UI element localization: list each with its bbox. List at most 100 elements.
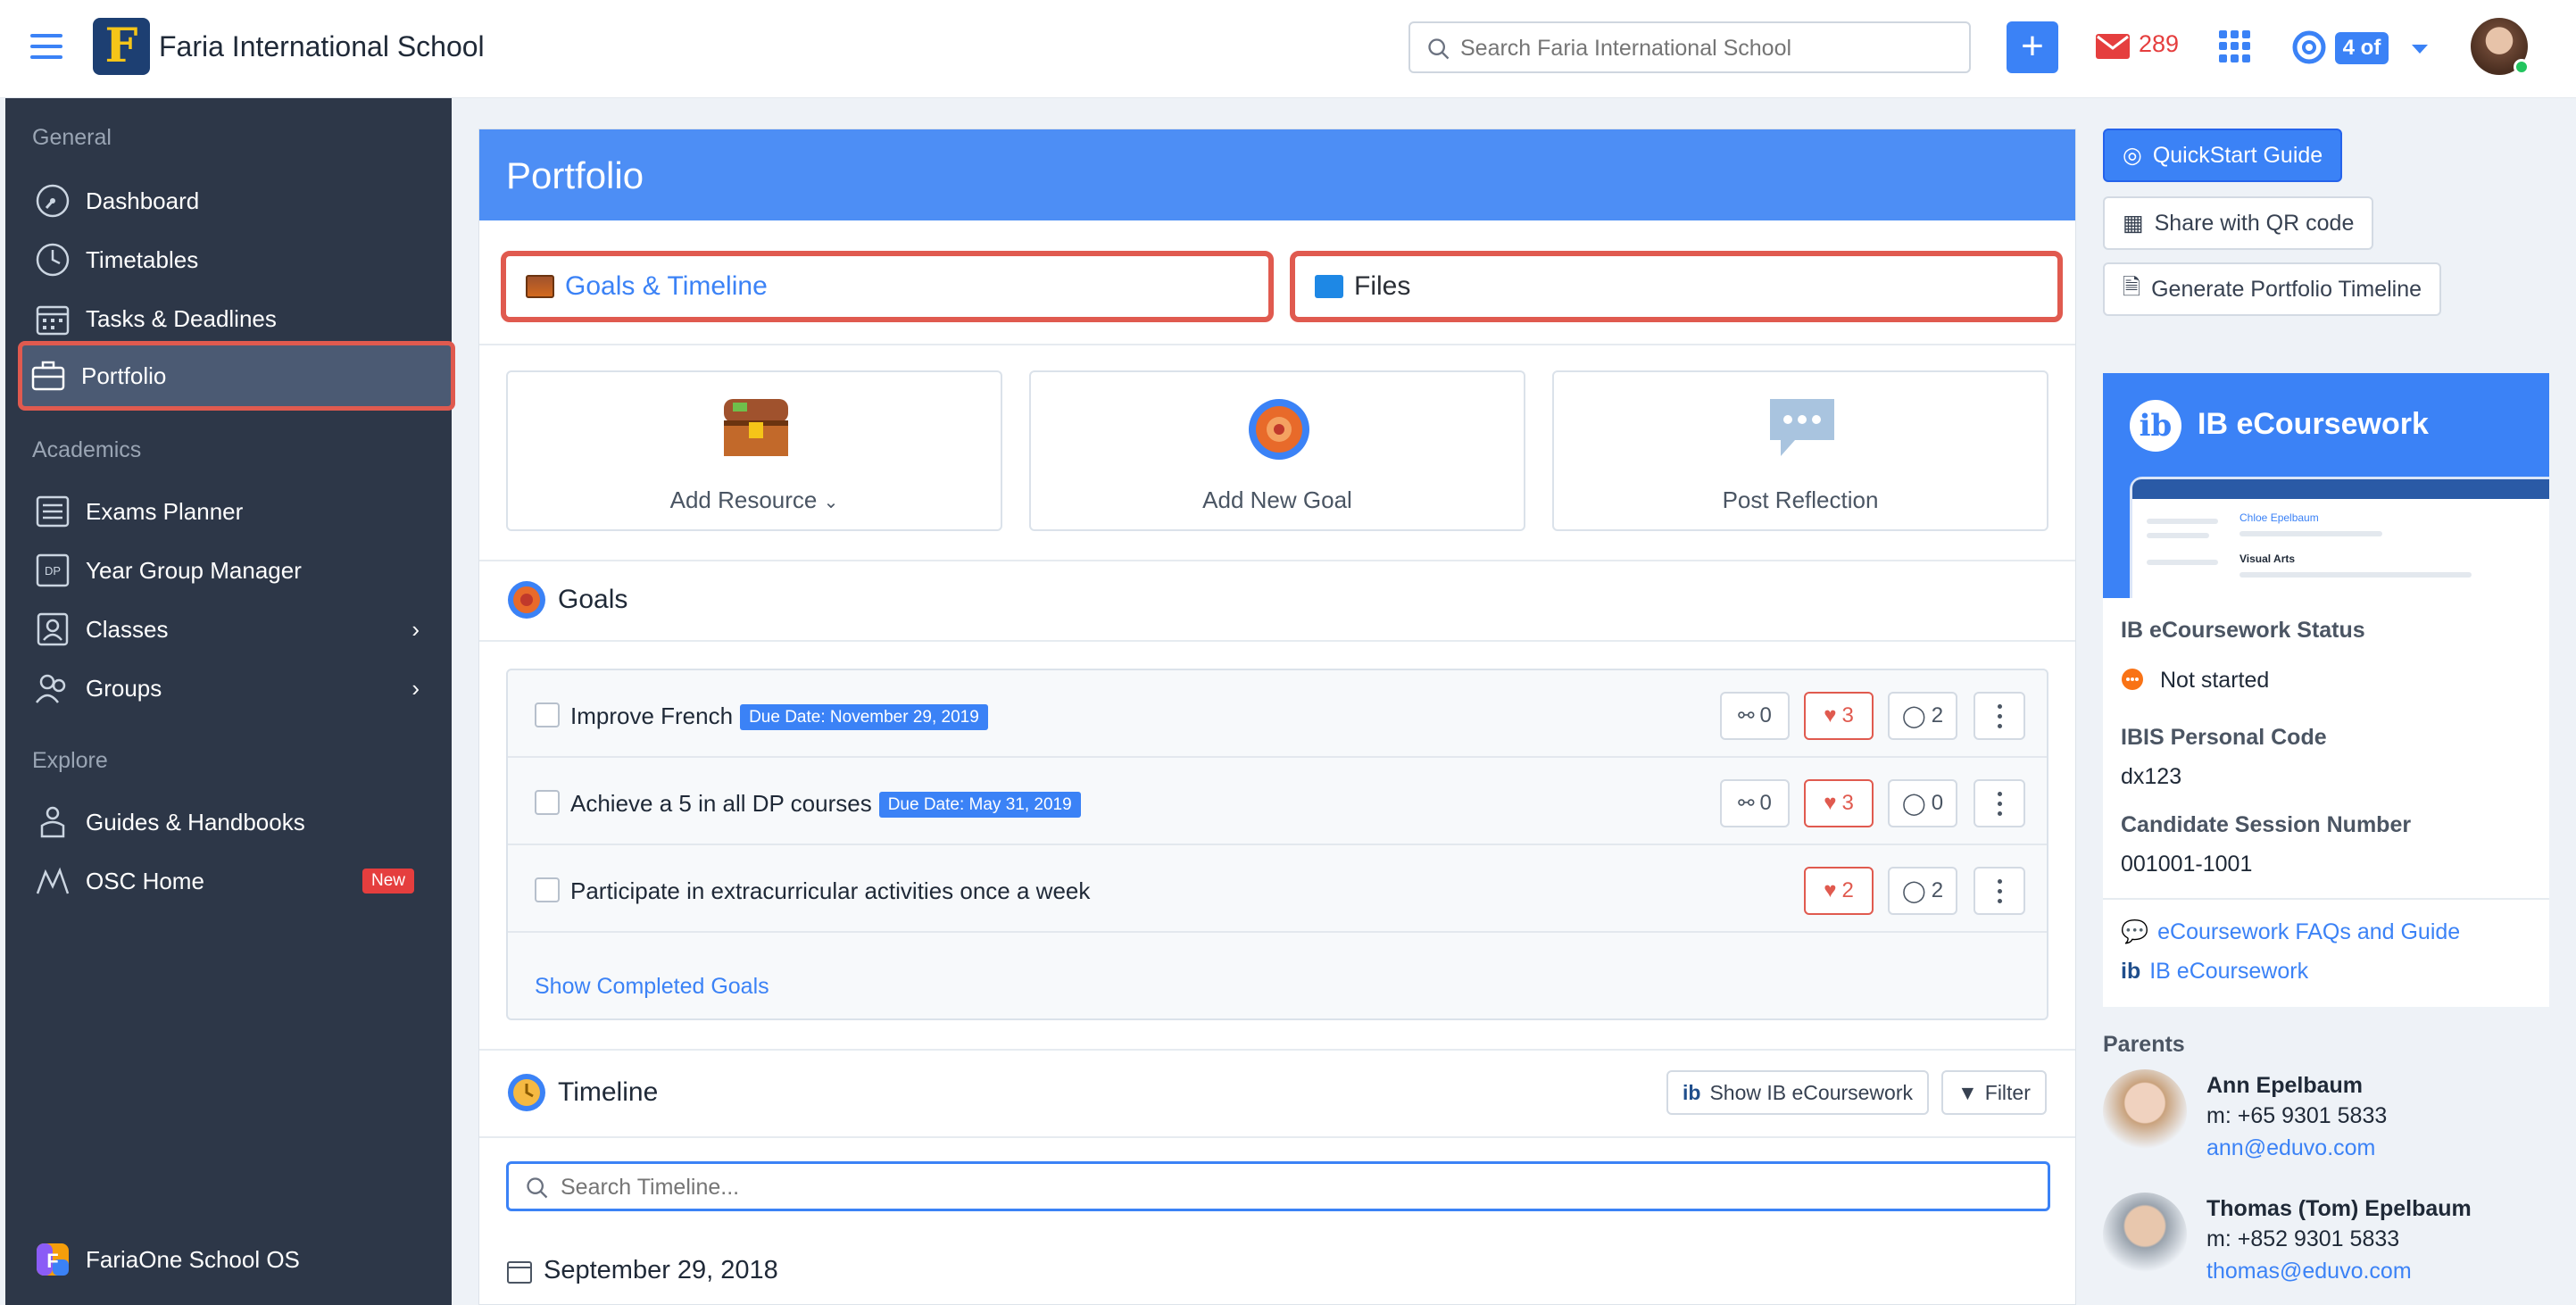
more-options-button[interactable] bbox=[1974, 867, 2025, 915]
sidebar-item-label: OSC Home bbox=[86, 867, 204, 894]
timeline-search[interactable] bbox=[506, 1161, 2050, 1211]
sidebar-item-classes[interactable]: Classes › bbox=[27, 603, 441, 655]
goal-text[interactable]: Achieve a 5 in all DP courses Due Date: M… bbox=[570, 790, 1081, 819]
global-search-input[interactable] bbox=[1460, 34, 1960, 62]
school-name[interactable]: Faria International School bbox=[159, 30, 485, 63]
share-button[interactable]: ⚯ 0 bbox=[1720, 779, 1790, 827]
parent-email-link[interactable]: thomas@eduvo.com bbox=[2206, 1259, 2412, 1284]
global-search[interactable] bbox=[1408, 21, 1971, 73]
sidebar: General Dashboard Timetables Tasks & Dea… bbox=[5, 98, 455, 1305]
briefcase-icon bbox=[29, 357, 67, 395]
timeline-title: Timeline bbox=[558, 1077, 659, 1107]
comment-button[interactable]: ◯ 0 bbox=[1888, 779, 1957, 827]
quickstart-guide-button[interactable]: ◎ QuickStart Guide bbox=[2103, 129, 2343, 182]
more-options-button[interactable] bbox=[1974, 779, 2025, 827]
dp-icon: DP bbox=[34, 552, 71, 589]
sidebar-item-label: Groups bbox=[86, 674, 162, 702]
list-icon bbox=[34, 493, 71, 530]
session-number-value: 001001-1001 bbox=[2121, 852, 2253, 877]
ib-banner: ib IB eCoursework Chloe Epelbaum Visual … bbox=[2103, 373, 2549, 598]
filter-button[interactable]: ▼ Filter bbox=[1941, 1070, 2047, 1115]
sidebar-item-timetables[interactable]: Timetables bbox=[27, 234, 441, 286]
sidebar-item-label: Portfolio bbox=[81, 362, 167, 389]
ib-ecoursework-card: ib IB eCoursework Chloe Epelbaum Visual … bbox=[2103, 373, 2549, 1007]
fariaone-link[interactable]: F FariaOne School OS bbox=[27, 1234, 441, 1285]
chevron-right-icon: › bbox=[411, 674, 420, 702]
apps-grid-icon[interactable] bbox=[2219, 30, 2251, 62]
mail-icon[interactable] bbox=[2096, 34, 2130, 59]
sidebar-item-year-group-manager[interactable]: DP Year Group Manager bbox=[27, 544, 441, 596]
section-general: General bbox=[32, 125, 112, 150]
sidebar-item-portfolio[interactable]: Portfolio bbox=[18, 341, 455, 411]
lifebuoy-icon[interactable] bbox=[2292, 30, 2326, 64]
sidebar-item-label: Guides & Handbooks bbox=[86, 808, 305, 835]
sidebar-item-exams-planner[interactable]: Exams Planner bbox=[27, 486, 441, 537]
sidebar-item-guides[interactable]: Guides & Handbooks bbox=[27, 796, 441, 848]
goal-checkbox[interactable] bbox=[535, 702, 560, 727]
parent-name: Ann Epelbaum bbox=[2206, 1073, 2364, 1098]
sidebar-item-groups[interactable]: Groups › bbox=[27, 662, 441, 714]
school-logo[interactable]: F bbox=[93, 18, 150, 75]
goal-row: Participate in extracurricular activitie… bbox=[508, 845, 2047, 933]
goal-text[interactable]: Improve French Due Date: November 29, 201… bbox=[570, 702, 988, 731]
share-button[interactable]: ⚯ 0 bbox=[1720, 692, 1790, 740]
dp-icon-text: DP bbox=[45, 564, 61, 578]
add-new-goal-card[interactable]: Add New Goal bbox=[1029, 370, 1525, 531]
like-button[interactable]: ♥ 2 bbox=[1804, 867, 1874, 915]
divider bbox=[479, 640, 2075, 642]
menu-icon[interactable] bbox=[30, 34, 62, 59]
guides-icon bbox=[34, 803, 71, 841]
like-button[interactable]: ♥ 3 bbox=[1804, 692, 1874, 740]
goal-checkbox[interactable] bbox=[535, 877, 560, 902]
timeline-date: September 29, 2018 bbox=[506, 1256, 778, 1285]
ibis-code-label: IBIS Personal Code bbox=[2121, 725, 2327, 750]
share-qr-button[interactable]: ▦ Share with QR code bbox=[2103, 196, 2374, 250]
like-button[interactable]: ♥ 3 bbox=[1804, 779, 1874, 827]
target-icon bbox=[508, 581, 545, 619]
tab-files[interactable]: Files bbox=[1290, 251, 2063, 322]
sidebar-item-label: Year Group Manager bbox=[86, 556, 302, 584]
goals-header: Goals bbox=[506, 579, 627, 620]
tab-label: Goals & Timeline bbox=[565, 271, 768, 301]
show-ib-ecoursework-button[interactable]: ib Show IB eCoursework bbox=[1666, 1070, 1929, 1115]
parent-avatar[interactable] bbox=[2103, 1069, 2187, 1153]
parent-avatar[interactable] bbox=[2103, 1193, 2187, 1276]
due-date-badge: Due Date: May 31, 2019 bbox=[878, 792, 1081, 819]
ib-icon: ib bbox=[2121, 959, 2141, 984]
divider bbox=[479, 344, 2075, 345]
treasure-chest-icon bbox=[526, 275, 554, 298]
goal-text[interactable]: Participate in extracurricular activitie… bbox=[570, 877, 1090, 905]
add-resource-card[interactable]: Add Resource ⌄ bbox=[506, 370, 1002, 531]
add-button[interactable]: + bbox=[2007, 21, 2058, 73]
dashboard-icon bbox=[34, 182, 71, 220]
comment-icon: ◯ bbox=[1901, 878, 1926, 903]
sidebar-item-label: Tasks & Deadlines bbox=[86, 304, 277, 332]
progress-counter[interactable]: 4 of 5 bbox=[2335, 32, 2389, 92]
clock-icon bbox=[34, 241, 71, 278]
mail-count[interactable]: 289 bbox=[2139, 30, 2179, 58]
new-badge: New bbox=[361, 869, 414, 894]
ecoursework-faq-link[interactable]: 💬 eCoursework FAQs and Guide bbox=[2121, 919, 2460, 945]
sidebar-item-osc-home[interactable]: OSC Home New bbox=[27, 855, 441, 907]
generate-timeline-button[interactable]: 🗎 Generate Portfolio Timeline bbox=[2103, 262, 2442, 316]
ibis-code-value: dx123 bbox=[2121, 764, 2182, 789]
goal-checkbox[interactable] bbox=[535, 790, 560, 815]
heart-icon: ♥ bbox=[1824, 791, 1837, 815]
comment-button[interactable]: ◯ 2 bbox=[1888, 867, 1957, 915]
due-date-badge: Due Date: November 29, 2019 bbox=[740, 704, 988, 731]
comment-button[interactable]: ◯ 2 bbox=[1888, 692, 1957, 740]
tab-goals-timeline[interactable]: Goals & Timeline bbox=[501, 251, 1274, 322]
parent-email-link[interactable]: ann@eduvo.com bbox=[2206, 1135, 2375, 1161]
show-completed-goals-link[interactable]: Show Completed Goals bbox=[535, 974, 769, 1000]
chevron-down-icon[interactable] bbox=[2412, 45, 2428, 54]
svg-text:F: F bbox=[46, 1250, 58, 1272]
more-options-button[interactable] bbox=[1974, 692, 2025, 740]
sidebar-item-tasks[interactable]: Tasks & Deadlines bbox=[27, 293, 441, 345]
ib-ecoursework-link[interactable]: ib IB eCoursework bbox=[2121, 959, 2308, 985]
parent-phone: m: +852 9301 5833 bbox=[2206, 1226, 2400, 1251]
sidebar-item-label: Timetables bbox=[86, 245, 199, 273]
section-explore: Explore bbox=[32, 748, 108, 773]
sidebar-item-dashboard[interactable]: Dashboard bbox=[27, 175, 441, 227]
post-reflection-card[interactable]: Post Reflection bbox=[1552, 370, 2048, 531]
timeline-search-input[interactable] bbox=[561, 1173, 1989, 1201]
